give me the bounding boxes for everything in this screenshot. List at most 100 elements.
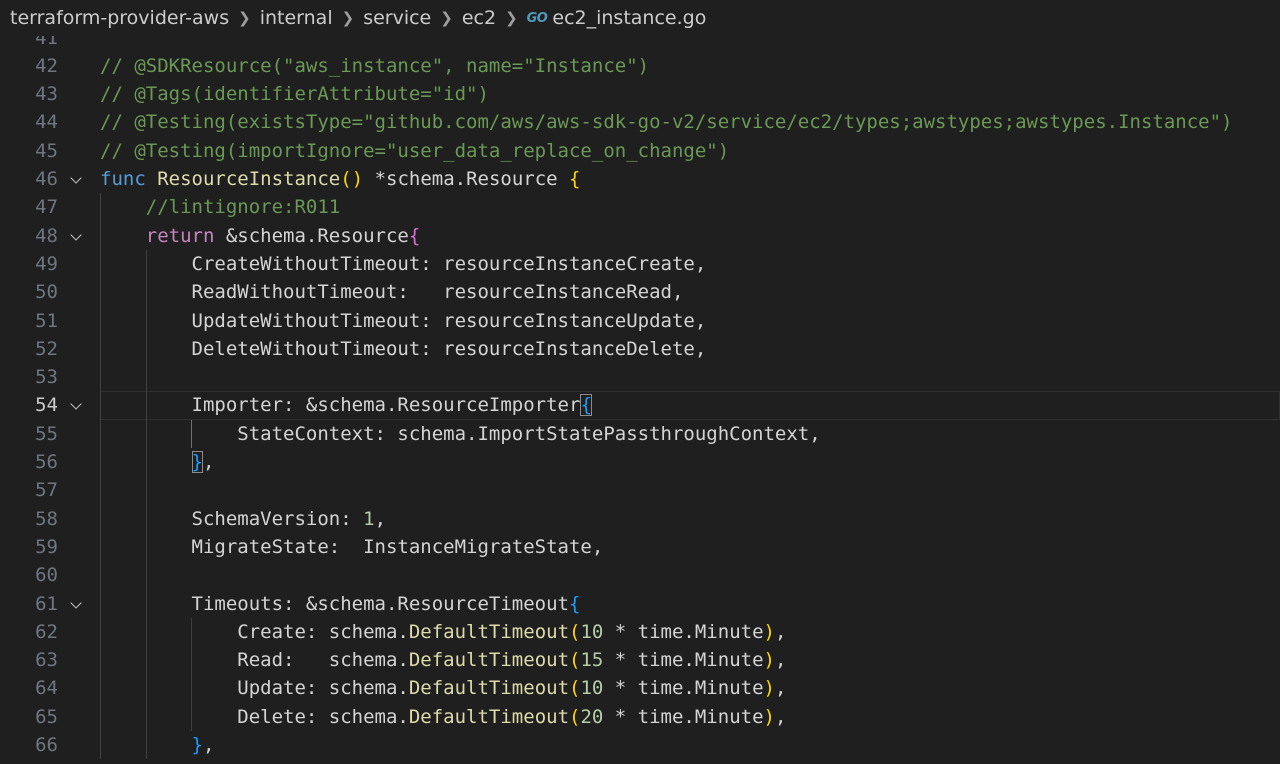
code-line[interactable]: 54 Importer: &schema.ResourceImporter{ xyxy=(0,391,1280,419)
code-token: // @Testing(importIgnore="user_data_repl… xyxy=(100,139,730,162)
code-token: DeleteWithoutTimeout: resourceInstanceDe… xyxy=(100,337,707,360)
code-text: return &schema.Resource{ xyxy=(100,222,421,250)
code-token: , xyxy=(774,620,787,643)
code-line[interactable]: 46 func ResourceInstance() *schema.Resour… xyxy=(0,165,1280,193)
code-line[interactable]: 51 UpdateWithoutTimeout: resourceInstanc… xyxy=(0,307,1280,335)
code-line[interactable]: 60 xyxy=(0,561,1280,589)
code-line[interactable]: 45 // @Testing(importIgnore="user_data_re… xyxy=(0,137,1280,165)
indent-guide xyxy=(100,193,101,760)
line-number: 47 xyxy=(35,196,58,219)
code-token: // @SDKResource("aws_instance", name="In… xyxy=(100,54,650,77)
code-line[interactable]: 65 Delete: schema.DefaultTimeout(20 * ti… xyxy=(0,703,1280,731)
code-token: // @Tags(identifierAttribute="id") xyxy=(100,83,489,106)
code-token: DefaultTimeout xyxy=(408,649,570,672)
code-token: ) xyxy=(763,677,775,700)
code-line[interactable]: 43 // @Tags(identifierAttribute="id") xyxy=(0,80,1280,108)
code-token: ) xyxy=(763,649,775,672)
code-text: CreateWithoutTimeout: resourceInstanceCr… xyxy=(100,250,707,278)
code-text: }, xyxy=(100,448,214,476)
line-number: 64 xyxy=(35,677,58,700)
line-number: 55 xyxy=(35,422,58,445)
line-number: 51 xyxy=(35,309,58,332)
line-number: 52 xyxy=(35,337,58,360)
code-token: ) xyxy=(763,620,775,643)
code-token: return xyxy=(145,224,215,247)
code-token: , xyxy=(202,451,215,473)
line-number: 53 xyxy=(35,366,58,389)
code-line[interactable]: 44 // @Testing(existsType="github.com/aws… xyxy=(0,108,1280,136)
line-number: 56 xyxy=(35,451,58,473)
code-token: 10 xyxy=(580,620,604,643)
code-line[interactable]: 56 }, xyxy=(0,448,1280,476)
fold-chevron-icon[interactable] xyxy=(70,228,82,241)
code-token: { xyxy=(408,224,421,247)
line-number: 62 xyxy=(35,620,58,643)
code-line[interactable]: 64 Update: schema.DefaultTimeout(10 * ti… xyxy=(0,674,1280,702)
line-number: 59 xyxy=(35,535,58,558)
code-line[interactable]: 63 Read: schema.DefaultTimeout(15 * time… xyxy=(0,646,1280,674)
line-number: 49 xyxy=(35,252,58,275)
chevron-right-icon: ❯ xyxy=(440,9,453,27)
code-token: * time.Minute xyxy=(603,677,764,700)
code-token: { xyxy=(580,394,592,417)
code-text: Delete: schema.DefaultTimeout(20 * time.… xyxy=(100,703,786,731)
code-text: Create: schema.DefaultTimeout(10 * time.… xyxy=(100,618,786,646)
code-token: Timeouts: &schema.ResourceTimeout xyxy=(100,592,570,615)
go-file-icon: GO xyxy=(526,10,548,26)
line-number: 58 xyxy=(35,507,58,530)
breadcrumb: terraform-provider-aws ❯ internal ❯ serv… xyxy=(0,0,1280,36)
code-text: Update: schema.DefaultTimeout(10 * time.… xyxy=(100,674,786,702)
breadcrumb-item-service[interactable]: service xyxy=(363,7,431,29)
fold-chevron-icon[interactable] xyxy=(70,398,82,411)
code-token: 15 xyxy=(580,649,604,672)
line-number: 43 xyxy=(35,83,58,106)
line-number: 63 xyxy=(35,649,58,672)
line-number: 66 xyxy=(35,734,58,756)
code-token: 20 xyxy=(580,705,604,728)
code-line[interactable]: 42 // @SDKResource("aws_instance", name="… xyxy=(0,52,1280,80)
fold-chevron-icon[interactable] xyxy=(70,172,82,184)
code-token: { xyxy=(569,592,581,615)
code-text: SchemaVersion: 1, xyxy=(100,505,387,533)
code-line[interactable]: 57 xyxy=(0,476,1280,504)
code-token: StateContext: schema.ImportStatePassthro… xyxy=(100,422,821,445)
code-line[interactable]: 50 ReadWithoutTimeout: resourceInstanceR… xyxy=(0,278,1280,306)
code-token: * time.Minute xyxy=(603,620,764,643)
code-text: DeleteWithoutTimeout: resourceInstanceDe… xyxy=(100,335,707,363)
code-line[interactable]: 62 Create: schema.DefaultTimeout(10 * ti… xyxy=(0,618,1280,646)
code-line[interactable]: 55 StateContext: schema.ImportStatePasst… xyxy=(0,420,1280,448)
code-text: // @Tags(identifierAttribute="id") xyxy=(100,80,489,108)
line-number: 65 xyxy=(35,705,58,728)
breadcrumb-item-file[interactable]: ec2_instance.go xyxy=(552,7,706,29)
breadcrumb-item-repo[interactable]: terraform-provider-aws xyxy=(10,7,229,29)
breadcrumb-item-internal[interactable]: internal xyxy=(260,7,333,29)
code-token: ( xyxy=(569,705,581,728)
code-line[interactable]: 53 xyxy=(0,363,1280,391)
code-line[interactable]: 61 Timeouts: &schema.ResourceTimeout{ xyxy=(0,590,1280,618)
code-line[interactable]: 49 CreateWithoutTimeout: resourceInstanc… xyxy=(0,250,1280,278)
code-token: SchemaVersion: xyxy=(100,507,364,530)
indent-guide xyxy=(146,249,147,760)
code-token: &schema.Resource xyxy=(214,224,409,247)
code-token: , xyxy=(374,507,387,530)
fold-chevron-icon[interactable] xyxy=(70,596,82,609)
code-token: 10 xyxy=(580,677,604,700)
code-token: DefaultTimeout xyxy=(408,620,570,643)
code-editor[interactable]: 41 42// @SDKResource("aws_instance", name… xyxy=(0,22,1280,764)
code-line[interactable]: 66 }, xyxy=(0,731,1280,759)
breadcrumb-item-ec2[interactable]: ec2 xyxy=(462,7,496,29)
code-line[interactable]: 52 DeleteWithoutTimeout: resourceInstanc… xyxy=(0,335,1280,363)
code-text: Read: schema.DefaultTimeout(15 * time.Mi… xyxy=(100,646,786,674)
line-number: 50 xyxy=(35,281,58,304)
code-line[interactable]: 48 return &schema.Resource{ xyxy=(0,222,1280,250)
code-text: //lintignore:R011 xyxy=(100,193,340,221)
code-line[interactable]: 47 //lintignore:R011 xyxy=(0,193,1280,221)
code-token: ResourceInstance xyxy=(157,168,341,190)
code-line[interactable]: 58 SchemaVersion: 1, xyxy=(0,505,1280,533)
code-token: CreateWithoutTimeout: resourceInstanceCr… xyxy=(100,252,707,275)
code-token: func xyxy=(100,168,146,190)
line-number: 46 xyxy=(35,168,58,190)
code-line[interactable]: 59 MigrateState: InstanceMigrateState, xyxy=(0,533,1280,561)
indent-guide xyxy=(191,617,192,731)
